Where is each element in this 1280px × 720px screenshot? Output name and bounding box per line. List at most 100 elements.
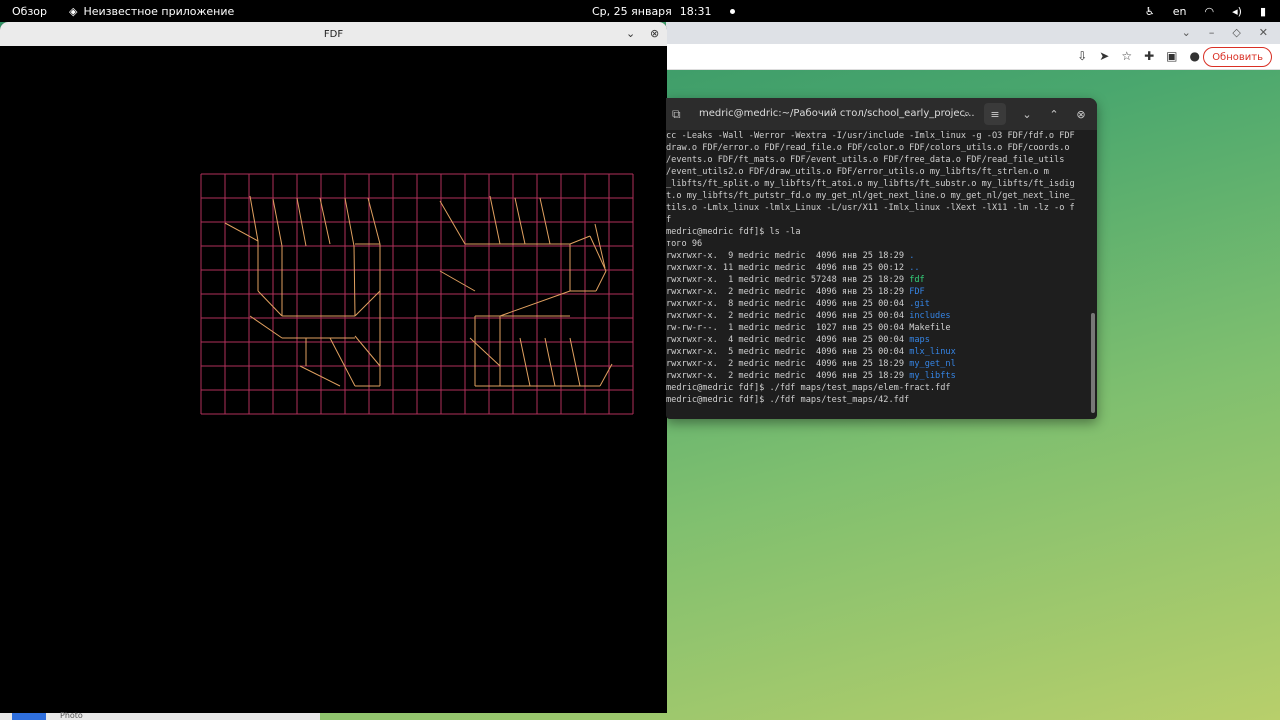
terminal-line: medric@medric fdf]$ ls -la	[666, 226, 1090, 238]
terminal-line: rwxrwxr-x. 9 medric medric 4096 янв 25 1…	[666, 250, 1090, 262]
file-name: FDF	[909, 287, 925, 297]
dock-strip: Photo	[0, 711, 320, 720]
terminal-line-text: medric@medric fdf]$ ./fdf maps/test_maps…	[666, 395, 910, 405]
fdf-title: FDF	[323, 28, 344, 40]
chevron-down-icon[interactable]: ⌄	[626, 27, 635, 40]
fdf-render-canvas	[200, 173, 634, 415]
notification-dot-icon	[729, 8, 735, 14]
terminal-line-text: /event_utils2.o FDF/draw_utils.o FDF/err…	[666, 167, 1049, 177]
relief-line	[569, 235, 591, 245]
chevron-down-icon[interactable]: ⌄	[1182, 26, 1191, 39]
relief-line	[257, 290, 283, 317]
terminal-line-text: f	[666, 215, 672, 225]
wifi-icon[interactable]: ◠	[1205, 5, 1215, 18]
file-name: .git	[909, 299, 930, 309]
accessibility-icon[interactable]: ♿	[1145, 5, 1155, 18]
browser-toolbar: ⇩ ➤ ☆ ✚ ▣ ● Обновить	[666, 44, 1280, 70]
chevron-down-icon[interactable]: ⌄	[1016, 103, 1038, 125]
relief-line	[489, 195, 501, 245]
terminal-title: medric@medric:~/Рабочий стол/school_earl…	[699, 108, 975, 119]
extensions-icon[interactable]: ✚	[1144, 49, 1154, 63]
terminal-line: _libfts/ft_split.o my_libfts/ft_atoi.o m…	[666, 178, 1090, 190]
relief-line	[439, 270, 476, 292]
relief-line	[249, 315, 283, 339]
terminal-line-text: draw.o FDF/error.o FDF/read_file.o FDF/c…	[666, 143, 1070, 153]
battery-icon[interactable]: ▮	[1260, 5, 1266, 18]
fdf-titlebar[interactable]: FDF ⌄ ⊗	[0, 22, 667, 46]
chevron-up-icon[interactable]: ⌃	[1043, 103, 1065, 125]
relief-line	[354, 290, 381, 317]
relief-line	[353, 245, 356, 317]
dock-app-icon[interactable]	[12, 713, 46, 720]
relief-line	[519, 337, 531, 387]
relief-line	[599, 363, 613, 387]
terminal-window: ⧉ medric@medric:~/Рабочий стол/school_ea…	[666, 98, 1097, 419]
update-button[interactable]: Обновить	[1203, 47, 1272, 67]
terminal-line: того 96	[666, 238, 1090, 250]
terminal-line-text: /events.o FDF/ft_mats.o FDF/event_utils.…	[666, 155, 1065, 165]
volume-icon[interactable]: ◂)	[1232, 5, 1242, 18]
relief-line	[367, 197, 381, 245]
file-name: .	[909, 251, 915, 261]
clock[interactable]: Ср, 25 января 18:31	[592, 0, 735, 22]
fdf-window: FDF ⌄ ⊗	[0, 22, 667, 713]
terminal-line: tils.o -Lmlx_linux -lmlx_Linux -L/usr/X1…	[666, 202, 1090, 214]
terminal-line-text: rw-rw-r--. 1 medric medric 1027 янв 25 0…	[666, 323, 910, 333]
relief-line	[354, 335, 381, 367]
app-name: Неизвестное приложение	[83, 4, 235, 18]
keyboard-layout[interactable]: en	[1173, 5, 1187, 18]
terminal-line: rwxrwxr-x. 1 medric medric 57248 янв 25 …	[666, 274, 1090, 286]
terminal-line-text: rwxrwxr-x. 4 medric medric 4096 янв 25 0…	[666, 335, 910, 345]
file-name: Makefile	[909, 323, 951, 333]
terminal-line: /events.o FDF/ft_mats.o FDF/event_utils.…	[666, 154, 1090, 166]
browser-window: ⌄ – ◇ ✕ ⇩ ➤ ☆ ✚ ▣ ● Обновить	[666, 22, 1280, 70]
terminal-line-text: того 96	[666, 239, 703, 249]
menu-icon[interactable]: ≡	[984, 103, 1006, 125]
browser-tab-bar: ⌄ – ◇ ✕	[666, 22, 1280, 44]
top-bar: Обзор ◈ Неизвестное приложение Ср, 25 ян…	[0, 0, 1280, 22]
terminal-output[interactable]: cc -Leaks -Wall -Werror -Wextra -I/usr/i…	[666, 130, 1090, 419]
terminal-line-text: medric@medric fdf]$ ls -la	[666, 227, 801, 237]
file-name: my_libfts	[909, 371, 956, 381]
terminal-line-text: cc -Leaks -Wall -Werror -Wextra -I/usr/i…	[666, 131, 1075, 141]
close-icon[interactable]: ⊗	[1070, 103, 1092, 125]
maximize-icon[interactable]: ◇	[1232, 26, 1240, 39]
terminal-line: rwxrwxr-x. 8 medric medric 4096 янв 25 0…	[666, 298, 1090, 310]
profile-icon[interactable]: ●	[1190, 49, 1200, 63]
terminal-line-text: rwxrwxr-x. 11 medric medric 4096 янв 25 …	[666, 263, 910, 273]
close-icon[interactable]: ✕	[1259, 26, 1268, 39]
send-icon[interactable]: ➤	[1099, 49, 1109, 63]
search-icon[interactable]: ⌕	[956, 103, 978, 125]
close-icon[interactable]: ⊗	[650, 27, 659, 40]
overview-button[interactable]: Обзор	[12, 5, 47, 18]
app-icon: ◈	[69, 4, 78, 18]
terminal-line: medric@medric fdf]$ ./fdf maps/test_maps…	[666, 382, 1090, 394]
app-menu[interactable]: ◈ Неизвестное приложение	[69, 5, 234, 18]
terminal-line: rwxrwxr-x. 2 medric medric 4096 янв 25 1…	[666, 286, 1090, 298]
terminal-line: cc -Leaks -Wall -Werror -Wextra -I/usr/i…	[666, 130, 1090, 142]
relief-line	[499, 290, 571, 317]
terminal-header: ⧉ medric@medric:~/Рабочий стол/school_ea…	[666, 98, 1097, 130]
file-name: maps	[909, 335, 930, 345]
terminal-line-text: rwxrwxr-x. 2 medric medric 4096 янв 25 1…	[666, 287, 910, 297]
wireframe-relief	[224, 195, 613, 387]
terminal-line-text: rwxrwxr-x. 8 medric medric 4096 янв 25 0…	[666, 299, 910, 309]
file-name: includes	[909, 311, 951, 321]
terminal-line-text: rwxrwxr-x. 2 medric medric 4096 янв 25 0…	[666, 311, 910, 321]
file-name: mlx_linux	[909, 347, 956, 357]
terminal-scrollbar[interactable]	[1091, 313, 1095, 413]
sidebar-icon[interactable]: ▣	[1166, 49, 1177, 63]
star-icon[interactable]: ☆	[1121, 49, 1132, 63]
install-icon[interactable]: ⇩	[1077, 49, 1087, 63]
terminal-line: rwxrwxr-x. 11 medric medric 4096 янв 25 …	[666, 262, 1090, 274]
terminal-line: t.o my_libfts/ft_putstr_fd.o my_get_nl/g…	[666, 190, 1090, 202]
new-tab-icon[interactable]: ⧉	[672, 107, 681, 122]
terminal-line: medric@medric fdf]$ ./fdf maps/test_maps…	[666, 394, 1090, 406]
minimize-icon[interactable]: –	[1209, 26, 1215, 39]
relief-line	[544, 337, 556, 387]
terminal-line-text: rwxrwxr-x. 5 medric medric 4096 янв 25 0…	[666, 347, 910, 357]
terminal-line: draw.o FDF/error.o FDF/read_file.o FDF/c…	[666, 142, 1090, 154]
terminal-line-text: rwxrwxr-x. 2 medric medric 4096 янв 25 1…	[666, 371, 910, 381]
file-name: ..	[909, 263, 920, 273]
relief-line	[539, 197, 551, 245]
